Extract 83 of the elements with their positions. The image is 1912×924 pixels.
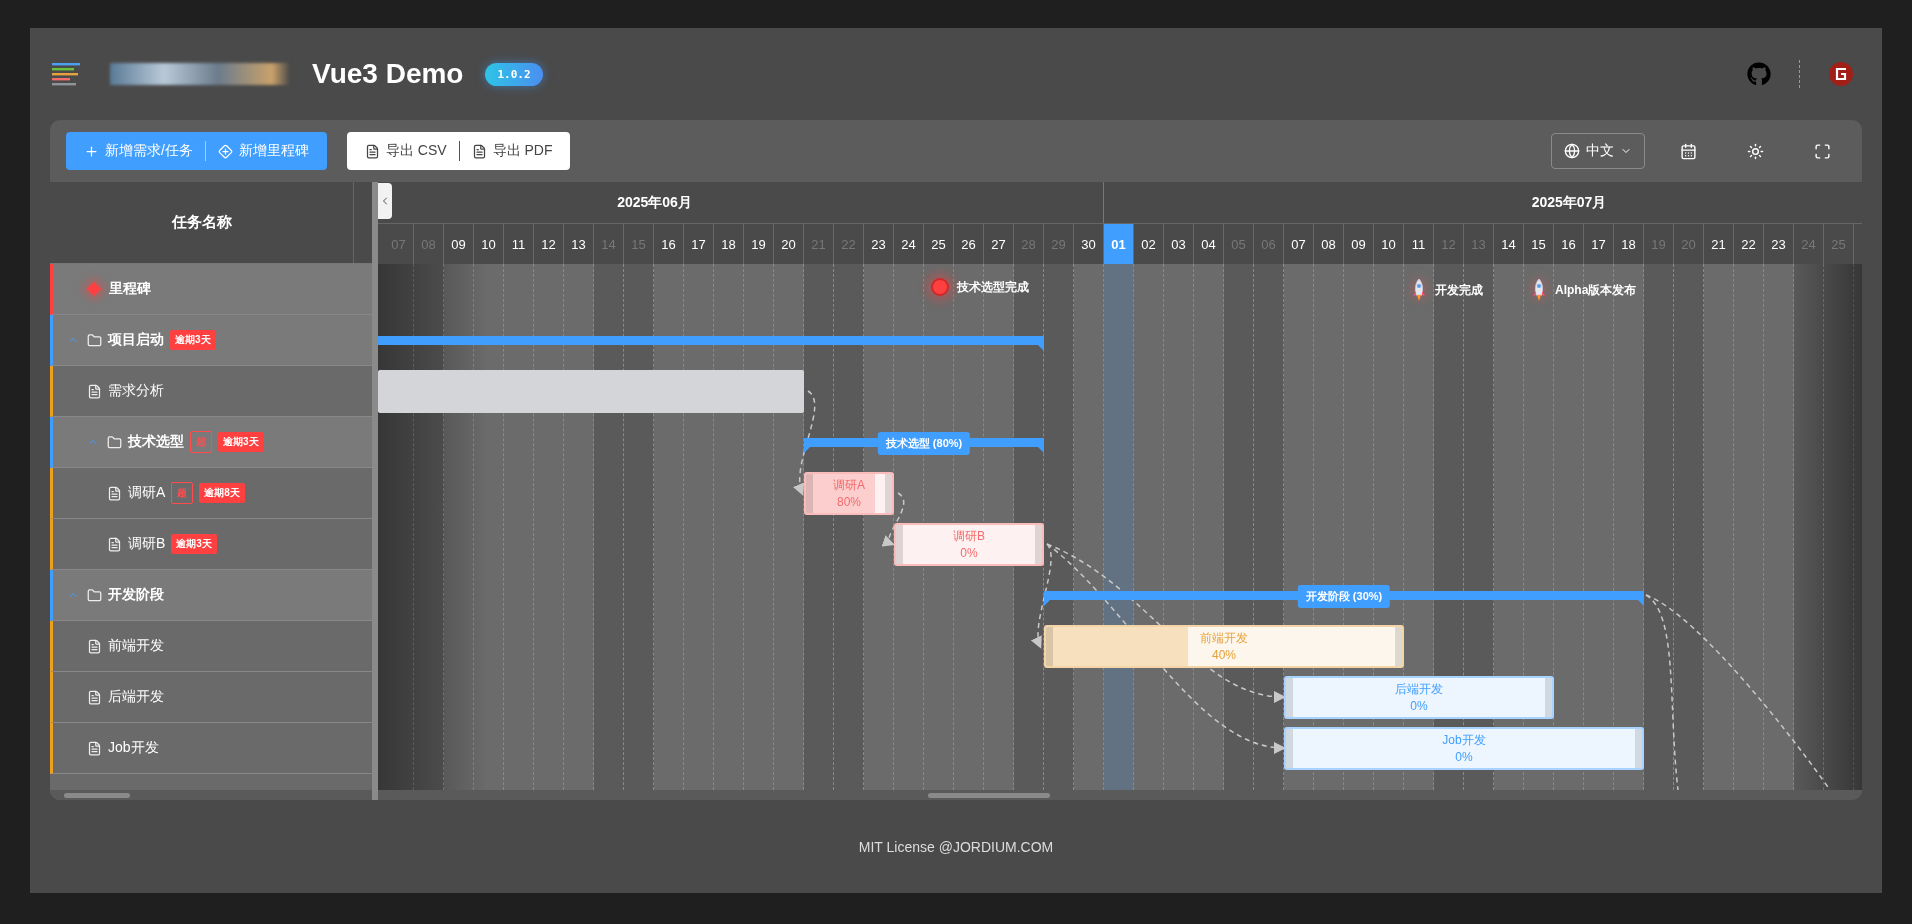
milestone-label: 技术选型完成 [957, 278, 1029, 296]
globe-icon [1564, 143, 1580, 159]
export-button[interactable]: 导出 CSV [352, 132, 459, 170]
footer-text: MIT License @JORDIUM.COM [857, 837, 1055, 857]
task-name: 后端开发 [108, 688, 164, 706]
document-icon [107, 536, 122, 552]
task-bar[interactable]: 后端开发 0% [1284, 676, 1554, 719]
milestone-label: Alpha版本发布 [1555, 281, 1637, 299]
document-icon [87, 638, 102, 654]
fullscreen-icon[interactable] [1814, 142, 1831, 160]
group-row[interactable]: 里程碑 [50, 264, 372, 315]
task-name: 前端开发 [108, 637, 164, 655]
overdue-badge: 逾期3天 [170, 330, 216, 350]
bar-percent: 80% [836, 493, 861, 511]
task-row[interactable]: 调研B 逾期3天 [50, 519, 372, 570]
folder-icon [107, 434, 122, 450]
scrollbar[interactable] [50, 790, 372, 800]
task-bar[interactable]: Job开发 0% [1284, 727, 1644, 770]
milestone-label: 开发完成 [1435, 281, 1483, 299]
language-select[interactable]: 中文 [1551, 133, 1645, 169]
status-tag: 超 [171, 482, 194, 504]
document-icon [471, 143, 487, 159]
bar-label: 后端开发 [1395, 680, 1443, 698]
overdue-badge: 逾期8天 [199, 483, 245, 503]
group-bar[interactable]: 开发阶段 (30%) [1044, 584, 1644, 607]
document-icon [364, 143, 380, 159]
document-icon [107, 485, 122, 501]
diamond-plus-icon [217, 143, 233, 159]
task-name: 项目启动 [108, 331, 164, 349]
task-bar[interactable]: 调研B 0% [894, 523, 1044, 566]
export-button[interactable]: 导出 PDF [459, 132, 565, 170]
overdue-badge: 逾期3天 [218, 432, 264, 452]
task-row[interactable]: Job开发 [50, 723, 372, 774]
github-icon[interactable] [1747, 62, 1771, 86]
group-bar[interactable] [378, 336, 1044, 351]
task-name: 里程碑 [109, 280, 151, 298]
version-badge: 1.0.2 [485, 62, 543, 86]
task-name: 调研A [128, 484, 166, 502]
bar-percent: 0% [1410, 697, 1428, 715]
group-row[interactable]: 技术选型 超 逾期3天 [50, 417, 372, 468]
brand-logo-icon[interactable] [1828, 61, 1854, 87]
menu-icon[interactable] [52, 62, 82, 86]
folder-icon [87, 587, 102, 603]
group-bar[interactable]: 技术选型 (80%) [804, 431, 1044, 454]
rocket-icon[interactable] [1411, 278, 1427, 302]
group-row[interactable]: 项目启动 逾期3天 [50, 315, 372, 366]
task-row[interactable]: 需求分析 [50, 366, 372, 417]
app-title: Vue3 Demo [312, 58, 464, 90]
bar-percent: 40% [1212, 646, 1236, 664]
task-row[interactable]: 调研A 超 逾期8天 [50, 468, 372, 519]
document-icon [87, 689, 102, 705]
bar-percent: 0% [960, 544, 978, 562]
task-name: 调研B [128, 535, 166, 553]
plus-icon [84, 143, 99, 159]
group-label: 开发阶段 (30%) [1297, 585, 1391, 608]
status-tag: 超 [190, 431, 212, 453]
document-icon [87, 740, 102, 756]
rocket-icon[interactable] [1531, 278, 1547, 302]
bar-percent: 0% [1455, 748, 1473, 766]
task-name: Job开发 [108, 739, 159, 757]
task-name: 技术选型 [128, 433, 184, 451]
theme-icon[interactable] [1747, 142, 1764, 160]
column-header: 任务名称 [170, 212, 233, 232]
task-name: 开发阶段 [108, 586, 164, 604]
document-icon [87, 383, 102, 399]
folder-icon [87, 332, 102, 348]
collapse-button[interactable] [378, 183, 392, 219]
add-task-button[interactable]: 新增需求/任务 [72, 132, 205, 170]
group-row[interactable]: 开发阶段 [50, 570, 372, 621]
bar-label: 前端开发 [1200, 629, 1248, 647]
task-row[interactable]: 后端开发 [50, 672, 372, 723]
day-header: 01 [1104, 224, 1134, 264]
bar-label: 调研B [953, 527, 985, 545]
bar-label: Job开发 [1442, 731, 1486, 749]
calendar-icon[interactable] [1680, 142, 1697, 160]
add-milestone-button[interactable]: 新增里程碑 [205, 132, 321, 170]
dependency-line [881, 492, 905, 546]
overdue-badge: 逾期3天 [171, 534, 217, 554]
task-name: 需求分析 [108, 382, 164, 400]
month-header: 2025年07月 [1530, 192, 1608, 212]
group-label: 技术选型 (80%) [877, 432, 971, 455]
bar-label: 调研A [833, 476, 865, 494]
task-row[interactable]: 前端开发 [50, 621, 372, 672]
